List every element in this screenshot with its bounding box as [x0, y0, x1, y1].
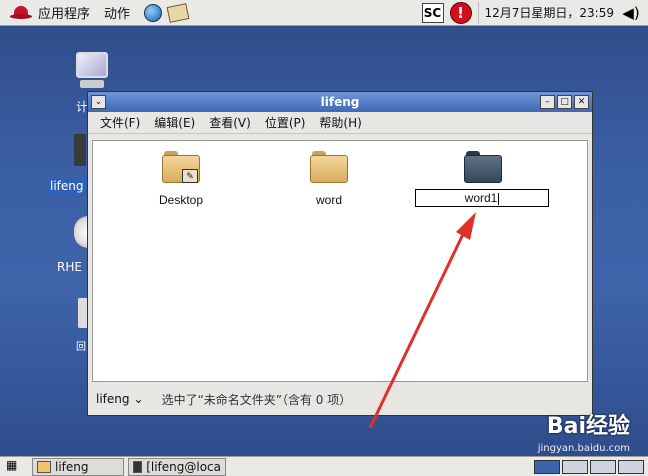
workspace-4[interactable] — [618, 459, 644, 474]
menu-edit[interactable]: 编辑(E) — [154, 114, 195, 131]
file-name: Desktop — [158, 193, 204, 207]
menu-file[interactable]: 文件(F) — [100, 114, 140, 131]
redhat-menu-icon[interactable] — [10, 5, 32, 21]
file-item-word[interactable]: word — [289, 151, 369, 207]
watermark-logo: Bai经验 — [546, 414, 630, 439]
file-manager-window: ⌄ lifeng – □ ✕ 文件(F) 编辑(E) 查看(V) 位置(P) 帮… — [87, 91, 593, 416]
workspace-2[interactable] — [562, 459, 588, 474]
menubar: 文件(F) 编辑(E) 查看(V) 位置(P) 帮助(H) — [88, 112, 592, 134]
cdrom-icon[interactable] — [74, 216, 88, 248]
desktop-folder-icon: ✎ — [162, 151, 200, 185]
file-item-word1[interactable]: word1 — [415, 151, 551, 207]
taskbar-item-lifeng[interactable]: lifeng — [32, 457, 124, 476]
minimize-button[interactable]: – — [540, 95, 555, 109]
applications-menu[interactable]: 应用程序 — [38, 3, 90, 22]
workspace-3[interactable] — [590, 459, 616, 474]
chevron-down-icon: ⌄ — [133, 392, 144, 406]
menu-view[interactable]: 查看(V) — [209, 114, 251, 131]
clock[interactable]: 12月7日星期日，23:59 — [477, 1, 621, 24]
mail-client-icon[interactable] — [166, 2, 190, 23]
computer-icon[interactable] — [76, 52, 112, 94]
taskbar-item-terminal[interactable]: [lifeng@loca — [128, 457, 226, 476]
watermark-url: jingyan.baidu.com — [537, 443, 630, 454]
statusbar: lifeng ⌄ 选中了“未命名文件夹”（含有 0 项） — [92, 387, 588, 411]
home-folder-icon[interactable] — [74, 134, 86, 166]
workspace-1[interactable] — [534, 459, 560, 474]
location-selector[interactable]: lifeng ⌄ — [96, 392, 144, 406]
menu-help[interactable]: 帮助(H) — [319, 114, 361, 131]
bottom-panel: ▦ lifeng [lifeng@loca — [0, 456, 648, 476]
cdrom-label: RHE — [57, 260, 82, 274]
close-button[interactable]: ✕ — [574, 95, 589, 109]
window-title: lifeng — [320, 95, 360, 109]
window-menu-button[interactable]: ⌄ — [91, 95, 106, 109]
folder-icon — [37, 460, 51, 473]
titlebar[interactable]: ⌄ lifeng – □ ✕ — [88, 92, 592, 112]
actions-menu[interactable]: 动作 — [104, 3, 130, 22]
status-text: 选中了“未命名文件夹”（含有 0 项） — [161, 392, 352, 407]
terminal-icon — [133, 460, 143, 473]
trash-label: 回 — [76, 342, 86, 353]
update-alert-icon[interactable]: ! — [449, 1, 472, 24]
file-name: word — [315, 193, 342, 207]
location-label: lifeng — [96, 392, 130, 406]
rename-input[interactable]: word1 — [415, 189, 549, 207]
file-view[interactable]: ✎ Desktop word word1 — [92, 140, 588, 382]
folder-icon — [310, 151, 348, 185]
web-browser-icon[interactable] — [144, 3, 163, 22]
show-desktop-icon[interactable]: ▦ — [6, 458, 28, 476]
selected-folder-icon — [464, 151, 502, 185]
home-folder-label[interactable]: lifeng — [47, 178, 87, 196]
input-method-indicator[interactable]: SC — [421, 2, 444, 23]
maximize-button[interactable]: □ — [557, 95, 572, 109]
top-panel: 应用程序 动作 SC ! 12月7日星期日，23:59 ◀) — [0, 0, 648, 26]
volume-icon[interactable]: ◀) — [620, 2, 642, 24]
menu-places[interactable]: 位置(P) — [265, 114, 306, 131]
file-item-desktop[interactable]: ✎ Desktop — [141, 151, 221, 207]
